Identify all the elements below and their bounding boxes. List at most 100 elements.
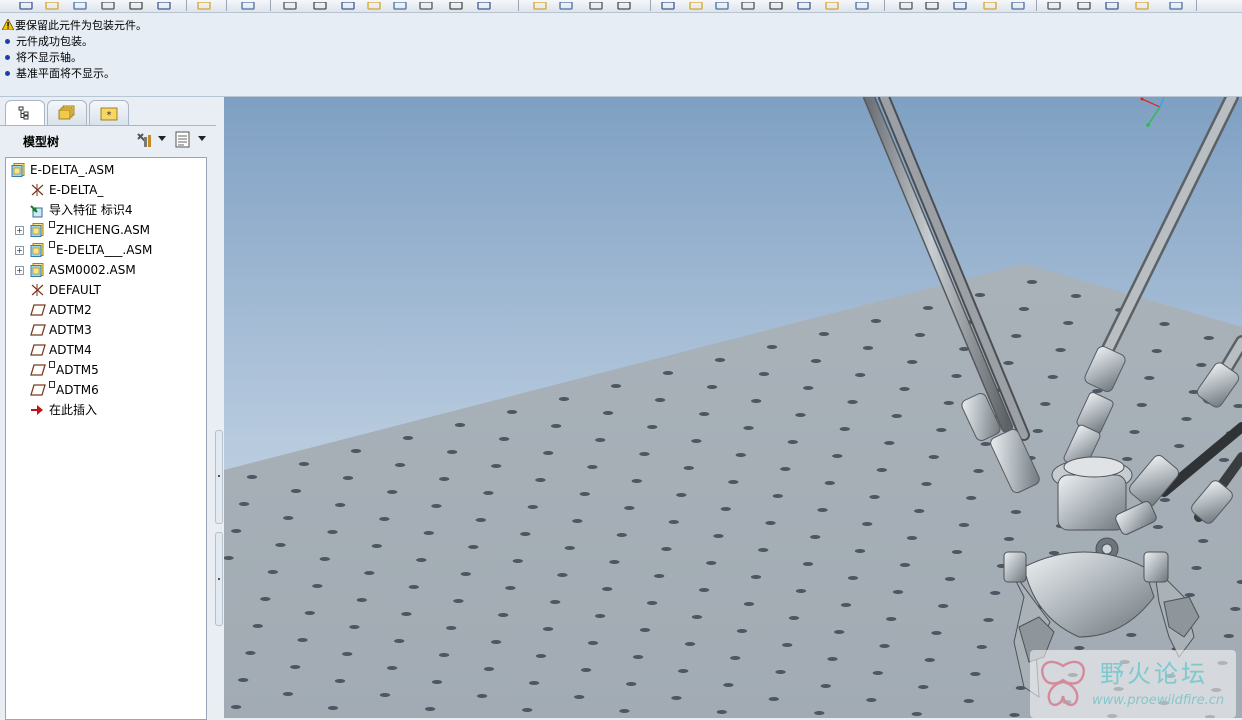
import-feature-icon bbox=[30, 203, 44, 218]
favorites-tab[interactable]: * bbox=[89, 100, 129, 125]
tree-item[interactable]: 导入特征 标识4 bbox=[6, 200, 206, 220]
zoom-in-icon[interactable] bbox=[660, 0, 676, 10]
table-hole bbox=[970, 672, 981, 676]
tree-item[interactable]: DEFAULT bbox=[6, 280, 206, 300]
table-hole bbox=[230, 705, 242, 709]
tree-item-label: ADTM6 bbox=[56, 383, 99, 397]
table-hole bbox=[803, 386, 814, 390]
select-icon[interactable] bbox=[476, 0, 492, 10]
redo-icon[interactable] bbox=[240, 0, 256, 10]
folder-browser-tab[interactable] bbox=[47, 100, 87, 125]
paste-special-icon[interactable] bbox=[366, 0, 382, 10]
table-hole bbox=[787, 440, 798, 444]
table-hole bbox=[730, 656, 741, 660]
datum-axes-icon[interactable] bbox=[1046, 0, 1062, 10]
enhanced-realism-icon-glyph bbox=[983, 1, 997, 10]
wireframe-icon[interactable] bbox=[854, 0, 870, 10]
table-hole bbox=[557, 573, 568, 577]
enhanced-realism-icon[interactable] bbox=[982, 0, 998, 10]
open-folder-icon[interactable] bbox=[44, 0, 60, 10]
tree-item-label: ADTM3 bbox=[49, 323, 92, 337]
layers-icon[interactable] bbox=[796, 0, 812, 10]
expand-toggle-icon[interactable]: + bbox=[15, 246, 24, 255]
tree-item[interactable]: ADTM3 bbox=[6, 320, 206, 340]
datum-plane-icon bbox=[30, 363, 46, 377]
table-hole bbox=[527, 505, 538, 509]
table-hole bbox=[766, 345, 778, 349]
table-hole bbox=[371, 544, 382, 548]
tree-item[interactable]: ADTM5 bbox=[6, 360, 206, 380]
table-hole bbox=[958, 523, 970, 527]
help-icon-glyph bbox=[1169, 1, 1183, 10]
table-hole bbox=[602, 587, 613, 591]
spin-center-icon-glyph bbox=[559, 1, 573, 10]
table-hole bbox=[246, 475, 258, 479]
table-hole bbox=[431, 504, 442, 508]
save-icon[interactable] bbox=[72, 0, 88, 10]
assembly-icon bbox=[30, 223, 44, 237]
shading-icon[interactable] bbox=[952, 0, 968, 10]
tree-item[interactable]: 在此插入 bbox=[6, 400, 206, 420]
table-hole bbox=[818, 332, 830, 336]
table-hole bbox=[1174, 444, 1185, 448]
table-hole bbox=[387, 490, 398, 494]
tree-item[interactable]: + ASM0002.ASM bbox=[6, 260, 206, 280]
link-icon[interactable] bbox=[156, 0, 172, 10]
cut-icon[interactable] bbox=[282, 0, 298, 10]
hidden-line-icon[interactable] bbox=[898, 0, 914, 10]
graphics-viewport[interactable]: 野火论坛 www.proewildfire.cn bbox=[224, 97, 1242, 718]
tree-item[interactable]: E-DELTA_ bbox=[6, 180, 206, 200]
table-hole bbox=[1184, 593, 1195, 597]
help-icon[interactable] bbox=[1168, 0, 1184, 10]
table-hole bbox=[924, 658, 935, 662]
tree-item[interactable]: ADTM2 bbox=[6, 300, 206, 320]
model-tree-tab[interactable] bbox=[5, 100, 45, 126]
table-hole bbox=[1129, 430, 1140, 434]
coordinate-triad-icon bbox=[1140, 97, 1165, 127]
tree-item[interactable]: ADTM6 bbox=[6, 380, 206, 400]
table-hole bbox=[720, 507, 731, 511]
table-hole bbox=[795, 589, 807, 593]
regenerate-icon[interactable] bbox=[392, 0, 408, 10]
tree-item[interactable]: + ZHICHENG.ASM bbox=[6, 220, 206, 240]
datum-points-icon[interactable] bbox=[1076, 0, 1092, 10]
annotations-icon[interactable] bbox=[1134, 0, 1150, 10]
table-hole bbox=[334, 679, 346, 683]
undo-icon[interactable] bbox=[196, 0, 212, 10]
table-hole bbox=[327, 706, 339, 710]
model-tree: E-DELTA_.ASM E-DELTA_ 导入特征 标识4 + ZHICHENG.AS… bbox=[5, 157, 207, 720]
expand-toggle-icon[interactable]: + bbox=[15, 266, 24, 275]
spin-center-icon[interactable] bbox=[558, 0, 574, 10]
regen-manager-icon[interactable] bbox=[418, 0, 434, 10]
paste-icon[interactable] bbox=[340, 0, 356, 10]
tree-item[interactable]: E-DELTA_.ASM bbox=[6, 160, 206, 180]
print-icon[interactable] bbox=[100, 0, 116, 10]
refit-icon[interactable] bbox=[714, 0, 730, 10]
no-hidden-icon[interactable] bbox=[924, 0, 940, 10]
datum-planes-icon[interactable] bbox=[1010, 0, 1026, 10]
tree-columns-icon bbox=[175, 131, 190, 148]
email-icon[interactable] bbox=[128, 0, 144, 10]
table-hole bbox=[758, 372, 770, 376]
tree-settings-button[interactable] bbox=[135, 130, 169, 150]
coordinate-systems-icon[interactable] bbox=[1104, 0, 1120, 10]
table-hole bbox=[506, 410, 518, 414]
tree-item[interactable]: + E-DELTA___.ASM bbox=[6, 240, 206, 260]
windows-icon[interactable] bbox=[448, 0, 464, 10]
panel-splitter[interactable] bbox=[214, 430, 223, 630]
copy-icon[interactable] bbox=[312, 0, 328, 10]
saved-views-icon[interactable] bbox=[768, 0, 784, 10]
table-hole bbox=[824, 481, 835, 485]
appearance-icon[interactable] bbox=[824, 0, 840, 10]
tree-item[interactable]: ADTM4 bbox=[6, 340, 206, 360]
zoom-out-icon[interactable] bbox=[688, 0, 704, 10]
expand-toggle-icon[interactable]: + bbox=[15, 226, 24, 235]
tree-show-button[interactable] bbox=[175, 130, 209, 150]
shade-icon[interactable] bbox=[616, 0, 632, 10]
tree-item-label: 导入特征 标识4 bbox=[49, 203, 133, 217]
new-file-icon[interactable] bbox=[18, 0, 34, 10]
table-hole bbox=[626, 682, 637, 686]
reorient-icon[interactable] bbox=[740, 0, 756, 10]
orient-icon[interactable] bbox=[588, 0, 604, 10]
repaint-icon[interactable] bbox=[532, 0, 548, 10]
